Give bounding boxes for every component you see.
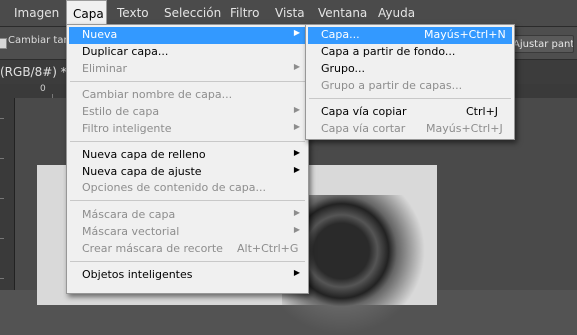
new-submenu-item-layer-from-background[interactable]: Capa a partir de fondo...	[308, 44, 512, 61]
new-submenu-item-layer-via-cut[interactable]: Capa vía cortar Mayús+Ctrl+J	[308, 121, 512, 138]
menu-seleccion[interactable]: Selección	[164, 0, 221, 27]
layer-menu-item-vector-mask[interactable]: Máscara vectorial ▶	[69, 224, 306, 241]
layer-menu-item-clipping-mask[interactable]: Crear máscara de recorte Alt+Ctrl+G	[69, 241, 306, 258]
menu-filtro[interactable]: Filtro	[230, 0, 259, 27]
menu-texto[interactable]: Texto	[117, 0, 149, 27]
submenu-arrow-icon: ▶	[293, 268, 300, 277]
ruler-zero-label: 0	[40, 84, 46, 94]
menu-separator	[70, 261, 305, 262]
layer-menu: Nueva ▶ Duplicar capa... Eliminar ▶ Camb…	[66, 24, 309, 294]
new-submenu-item-group[interactable]: Grupo...	[308, 61, 512, 78]
layer-menu-item-layer-style[interactable]: Estilo de capa ▶	[69, 104, 306, 121]
layer-menu-item-new[interactable]: Nueva ▶	[69, 27, 306, 44]
new-submenu-item-layer-via-copy[interactable]: Capa vía copiar Ctrl+J	[308, 104, 512, 121]
submenu-arrow-icon: ▶	[293, 165, 300, 174]
menu-ayuda[interactable]: Ayuda	[378, 0, 415, 27]
layer-menu-item-rename[interactable]: Cambiar nombre de capa...	[69, 87, 306, 104]
new-submenu: Capa... Mayús+Ctrl+N Capa a partir de fo…	[305, 24, 515, 140]
resize-checkbox[interactable]	[0, 38, 7, 49]
new-submenu-item-group-from-layers[interactable]: Grupo a partir de capas...	[308, 78, 512, 95]
shortcut-label: Mayús+Ctrl+N	[424, 28, 506, 41]
menu-separator	[70, 81, 305, 82]
menu-capa[interactable]: Capa	[66, 0, 107, 27]
menu-bar: Imagen Capa Texto Selección Filtro Vista…	[0, 0, 577, 27]
menu-imagen[interactable]: Imagen	[14, 0, 59, 27]
layer-menu-item-smart-objects[interactable]: Objetos inteligentes ▶	[69, 267, 306, 284]
menu-vista[interactable]: Vista	[275, 0, 305, 27]
submenu-arrow-icon: ▶	[293, 148, 300, 157]
layer-menu-item-layer-mask[interactable]: Máscara de capa ▶	[69, 207, 306, 224]
new-submenu-item-layer[interactable]: Capa... Mayús+Ctrl+N	[308, 27, 512, 44]
shortcut-label: Ctrl+J	[466, 105, 499, 118]
submenu-arrow-icon: ▶	[293, 225, 300, 234]
layer-menu-item-duplicate[interactable]: Duplicar capa...	[69, 44, 306, 61]
menu-ventana[interactable]: Ventana	[318, 0, 367, 27]
submenu-arrow-icon: ▶	[293, 208, 300, 217]
shortcut-label: Mayús+Ctrl+J	[426, 122, 503, 135]
vertical-ruler	[0, 98, 15, 290]
layer-menu-item-smart-filter[interactable]: Filtro inteligente ▶	[69, 121, 306, 138]
document-tab-title: (RGB/8#) *	[0, 65, 67, 79]
menu-separator	[70, 141, 305, 142]
layer-menu-item-content-options[interactable]: Opciones de contenido de capa...	[69, 180, 306, 197]
submenu-arrow-icon: ▶	[293, 62, 300, 71]
menu-separator	[309, 98, 511, 99]
layer-menu-item-new-fill-layer[interactable]: Nueva capa de relleno ▶	[69, 147, 306, 164]
fit-screen-button[interactable]: Ajustar pant.	[508, 35, 574, 53]
layer-menu-item-delete[interactable]: Eliminar ▶	[69, 61, 306, 78]
menu-separator	[70, 200, 305, 201]
layer-menu-item-new-adjustment-layer[interactable]: Nueva capa de ajuste ▶	[69, 164, 306, 181]
submenu-arrow-icon: ▶	[293, 105, 300, 114]
submenu-arrow-icon: ▶	[293, 28, 300, 37]
submenu-arrow-icon: ▶	[293, 122, 300, 131]
shortcut-label: Alt+Ctrl+G	[237, 242, 299, 255]
